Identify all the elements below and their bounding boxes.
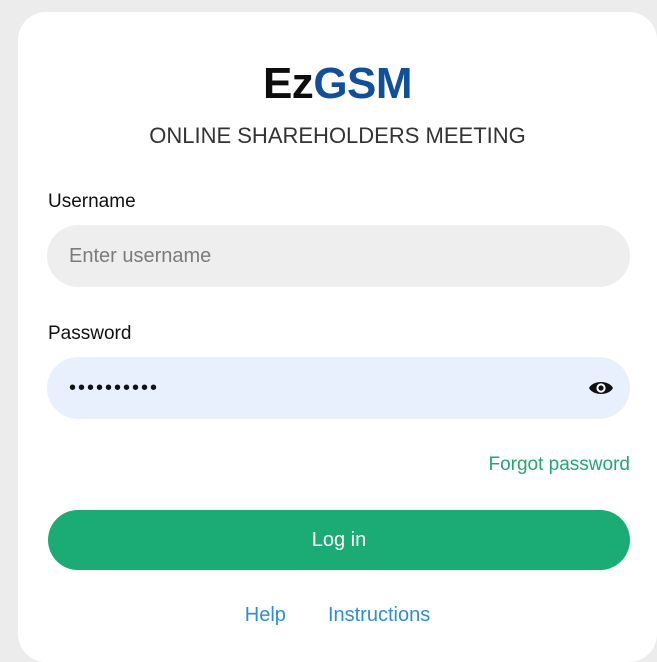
- password-field-container[interactable]: [47, 357, 630, 419]
- app-logo: EzGSM: [18, 62, 657, 106]
- password-input[interactable]: [69, 357, 569, 419]
- logo-text-ez: Ez: [262, 59, 314, 108]
- help-link[interactable]: Help: [245, 604, 286, 626]
- login-button[interactable]: Log in: [48, 510, 630, 570]
- instructions-link[interactable]: Instructions: [328, 604, 430, 626]
- login-card: EzGSM ONLINE SHAREHOLDERS MEETING Userna…: [18, 12, 657, 662]
- forgot-password-link[interactable]: Forgot password: [488, 455, 630, 474]
- username-field-container[interactable]: [47, 225, 630, 287]
- footer-links: Help Instructions: [18, 605, 657, 625]
- username-label: Username: [48, 191, 136, 212]
- password-label: Password: [48, 323, 132, 344]
- eye-icon[interactable]: [588, 378, 614, 398]
- logo-text-gsm: GSM: [313, 59, 413, 108]
- page-subtitle: ONLINE SHAREHOLDERS MEETING: [149, 123, 526, 148]
- username-input[interactable]: [69, 225, 569, 287]
